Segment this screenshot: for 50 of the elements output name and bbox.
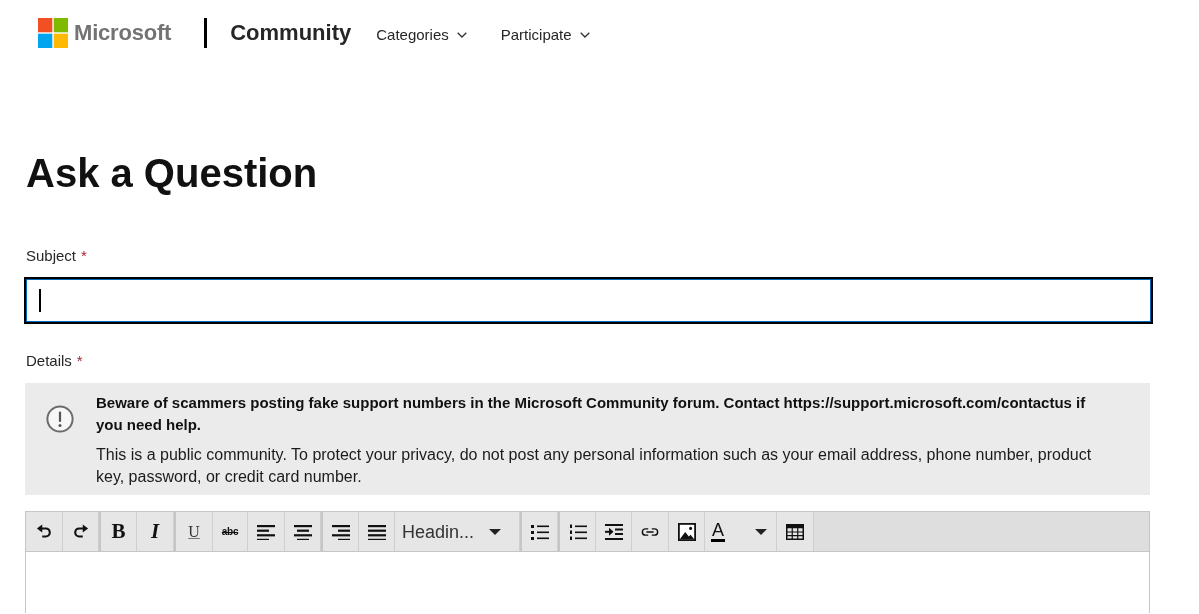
nav-menu-button[interactable]: Participate	[500, 26, 590, 43]
undo-icon	[36, 523, 52, 540]
exclamation-circle-icon	[46, 405, 74, 433]
bulleted-list-icon	[530, 523, 549, 540]
align-center-button[interactable]	[285, 512, 321, 551]
heading-dropdown[interactable]: Headin...	[395, 512, 520, 551]
align-center-icon	[293, 523, 312, 540]
align-justify-icon	[367, 523, 386, 540]
link-button[interactable]	[632, 512, 669, 551]
subject-input-field[interactable]	[24, 277, 1153, 324]
details-editor-field[interactable]	[25, 552, 1150, 613]
required-mark: *	[81, 246, 87, 266]
four-squares-logo-icon	[38, 18, 68, 48]
numbered-list-icon	[568, 523, 587, 540]
page-title: Ask a Question	[26, 150, 319, 197]
link-icon	[641, 526, 659, 537]
align-left-icon	[257, 523, 275, 540]
indent-button[interactable]	[596, 512, 632, 551]
chevron-down-icon	[456, 31, 467, 38]
notice-warning-text: Beware of scammers posting fake support numbers in the Microsoft Community forum. Contact https://support.microsoft.com/contactus if you need help.	[96, 393, 1087, 435]
align-right-button[interactable]	[323, 512, 359, 551]
italic-button[interactable]: I	[137, 512, 174, 551]
bulleted-list-button[interactable]	[522, 512, 558, 551]
align-left-button[interactable]	[248, 512, 285, 551]
redo-button[interactable]	[63, 512, 99, 551]
bold-button[interactable]: B	[101, 512, 137, 551]
required-mark: *	[76, 351, 83, 371]
site-title: Community	[230, 20, 352, 46]
justify-button[interactable]	[359, 512, 395, 551]
logo-wordmark: Microsoft	[74, 20, 172, 46]
strikethrough-button[interactable]: abc	[213, 512, 248, 551]
image-button[interactable]	[669, 512, 705, 551]
font-color-dropdown[interactable]: A	[705, 512, 777, 551]
table-icon	[786, 523, 804, 540]
underline-button[interactable]: U	[176, 512, 213, 551]
nav-menu-button[interactable]: Categories	[376, 26, 467, 43]
notice-privacy-text: This is a public community. To protect your privacy, do not post any personal information such as your email address, phone number, product key, password, or credit card number.	[96, 445, 1093, 487]
text-cursor	[39, 289, 41, 312]
field-label: Subject	[26, 246, 77, 266]
numbered-list-button[interactable]	[560, 512, 596, 551]
chevron-down-icon	[579, 31, 590, 38]
align-right-icon	[331, 523, 350, 540]
caret-down-icon	[755, 528, 767, 535]
table-button[interactable]	[777, 512, 814, 551]
image-icon	[677, 522, 696, 541]
indent-icon	[604, 523, 623, 540]
caret-down-icon	[489, 528, 501, 535]
redo-icon	[72, 523, 89, 540]
undo-button[interactable]	[26, 512, 63, 551]
field-label: Details	[26, 351, 72, 371]
